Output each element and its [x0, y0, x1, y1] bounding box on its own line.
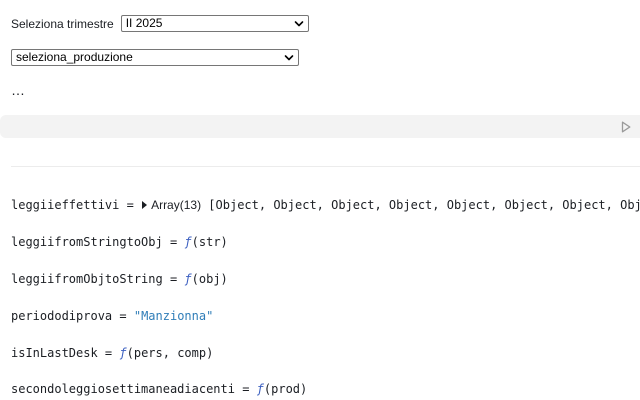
output-periododiprova: periododiprova = "Manzionna": [11, 309, 213, 323]
output-secondoleggiosettimaneadiacenti: secondoleggiosettimaneadiacenti = ƒ(prod…: [11, 382, 307, 396]
play-icon[interactable]: [621, 121, 631, 133]
array-summary[interactable]: Array(13): [151, 198, 201, 212]
variable-name: leggiifromStringtoObj: [11, 235, 163, 249]
variable-name: leggiifromObjtoString: [11, 272, 163, 286]
chevron-down-icon: [294, 21, 304, 27]
string-value: "Manzionna": [133, 309, 214, 323]
array-preview: [Object, Object, Object, Object, Object,…: [208, 198, 640, 212]
function-glyph[interactable]: ƒ: [257, 382, 264, 396]
quarter-select-row: Seleziona trimestre II 2025: [11, 15, 309, 32]
function-args: (obj): [191, 272, 228, 286]
production-select-row: seleziona_produzione: [11, 49, 299, 66]
variable-name: isInLastDesk: [11, 346, 98, 360]
equals-sign: =: [234, 382, 257, 396]
function-glyph[interactable]: ƒ: [184, 272, 191, 286]
function-glyph[interactable]: ƒ: [119, 346, 126, 360]
chevron-down-icon: [284, 55, 294, 61]
variable-name: periododiprova: [11, 309, 113, 323]
collapsed-cell-marker[interactable]: …: [11, 82, 26, 98]
equals-sign: =: [162, 235, 185, 249]
function-args: (pers, comp): [126, 346, 214, 360]
function-glyph[interactable]: ƒ: [184, 235, 191, 249]
quarter-select-label: Seleziona trimestre: [11, 16, 114, 31]
quarter-select-value: II 2025: [125, 16, 163, 30]
equals-sign: =: [162, 272, 185, 286]
output-leggiieffettivi: leggiieffettivi = Array(13) [Object, Obj…: [11, 198, 640, 212]
output-leggiifromStringtoObj: leggiifromStringtoObj = ƒ(str): [11, 235, 228, 249]
equals-sign: =: [119, 198, 142, 212]
code-cell-editor[interactable]: [0, 115, 640, 138]
variable-name: leggiieffettivi: [11, 198, 120, 212]
expand-triangle-icon[interactable]: [142, 201, 148, 209]
output-leggiifromObjtoString: leggiifromObjtoString = ƒ(obj): [11, 272, 228, 286]
cell-divider: [11, 166, 640, 167]
production-select[interactable]: seleziona_produzione: [11, 49, 299, 66]
notebook-page: Seleziona trimestre II 2025 seleziona_pr…: [0, 0, 640, 400]
equals-sign: =: [97, 346, 120, 360]
variable-name: secondoleggiosettimaneadiacenti: [11, 382, 235, 396]
quarter-select[interactable]: II 2025: [120, 15, 309, 32]
production-select-value: seleziona_produzione: [16, 50, 133, 64]
output-isInLastDesk: isInLastDesk = ƒ(pers, comp): [11, 346, 213, 360]
function-args: (str): [191, 235, 228, 249]
equals-sign: =: [112, 309, 134, 323]
function-args: (prod): [263, 382, 308, 396]
